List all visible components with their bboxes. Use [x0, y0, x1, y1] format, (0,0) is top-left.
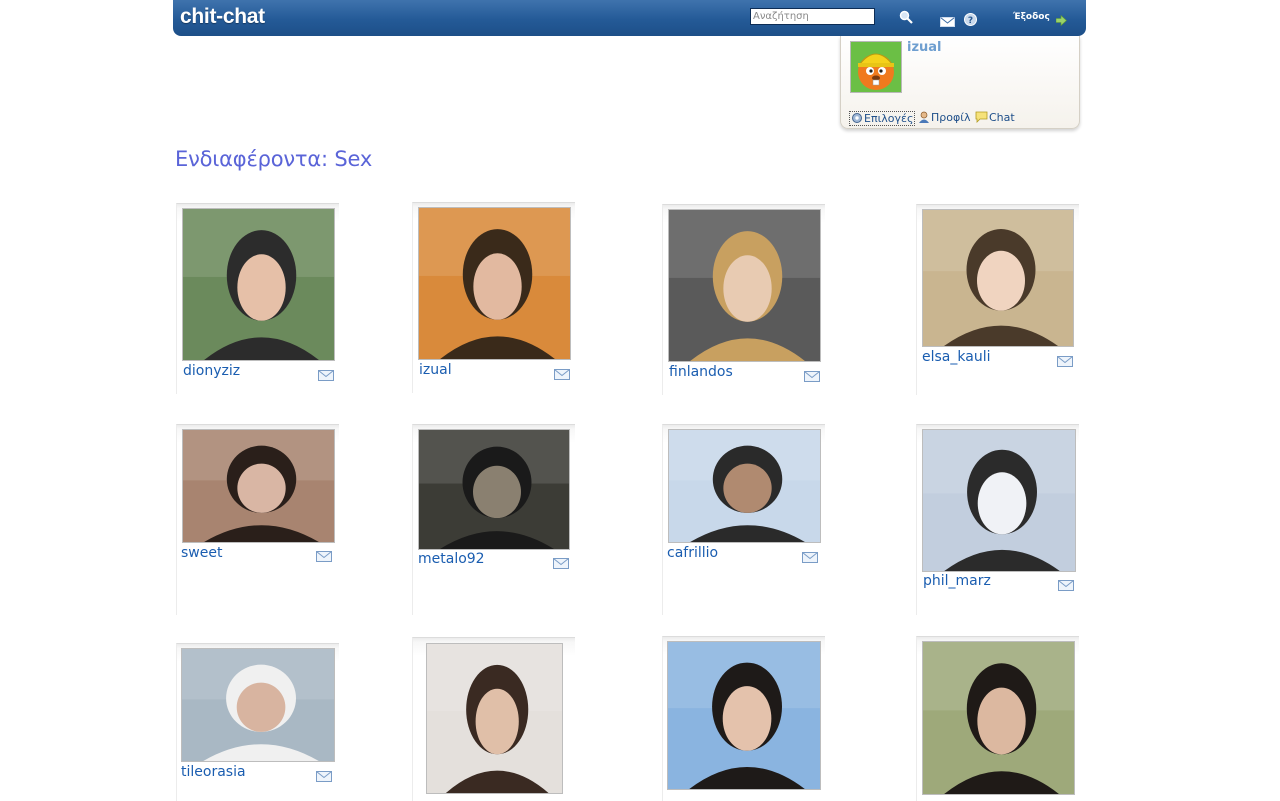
profile-username[interactable]: izual — [419, 362, 452, 378]
profile-photo[interactable] — [668, 429, 821, 543]
chat-bubble-icon — [975, 111, 988, 123]
profile-icon — [919, 111, 929, 123]
page-title: Ενδιαφέροντα: Sex — [175, 147, 373, 171]
search-input[interactable] — [750, 8, 875, 25]
profile-photo[interactable] — [426, 643, 563, 794]
mail-icon[interactable] — [940, 12, 955, 31]
send-message-icon[interactable] — [804, 367, 820, 386]
options-label: Επιλογές — [864, 112, 914, 125]
profile-username[interactable]: phil_marz — [923, 573, 991, 589]
profile-photo[interactable] — [922, 209, 1074, 347]
send-message-icon[interactable] — [1058, 576, 1074, 595]
profile-username[interactable]: tileorasia — [181, 764, 246, 780]
profile-username[interactable]: dionyziz — [183, 363, 240, 379]
user-avatar[interactable] — [850, 41, 902, 93]
options-icon — [852, 113, 862, 123]
send-message-icon[interactable] — [318, 366, 334, 385]
send-message-icon[interactable] — [554, 365, 570, 384]
chat-link[interactable]: Chat — [975, 111, 1015, 124]
profile-photo[interactable] — [182, 208, 335, 361]
help-icon[interactable]: ? — [964, 11, 977, 30]
site-logo[interactable]: chit-chat — [180, 5, 265, 29]
profile-label: Προφίλ — [931, 111, 971, 124]
profile-link[interactable]: Προφίλ — [918, 111, 970, 124]
profile-username[interactable]: metalo92 — [418, 551, 485, 567]
send-message-icon[interactable] — [1057, 352, 1073, 371]
profile-photo[interactable] — [922, 429, 1076, 572]
logout-arrow-icon[interactable] — [1055, 11, 1067, 30]
profile-photo[interactable] — [182, 429, 335, 543]
profile-photo[interactable] — [922, 641, 1075, 795]
svg-text:?: ? — [968, 16, 973, 26]
profile-photo[interactable] — [418, 207, 571, 360]
current-username[interactable]: izual — [907, 40, 942, 55]
logout-link[interactable]: Έξοδος — [1013, 12, 1050, 22]
send-message-icon[interactable] — [802, 548, 818, 567]
profile-username[interactable]: finlandos — [669, 364, 733, 380]
top-bar: chit-chat ? Έξοδος — [173, 0, 1086, 36]
user-panel: izual Επιλογές Προφίλ Chat — [840, 36, 1080, 129]
chat-label: Chat — [989, 111, 1015, 124]
profile-photo[interactable] — [668, 209, 821, 362]
profile-username[interactable]: sweet — [181, 545, 222, 561]
send-message-icon[interactable] — [316, 547, 332, 566]
profile-photo[interactable] — [181, 648, 335, 762]
options-link[interactable]: Επιλογές — [849, 111, 916, 126]
send-message-icon[interactable] — [553, 554, 569, 573]
profile-username[interactable]: cafrillio — [667, 545, 718, 561]
profile-username[interactable]: elsa_kauli — [922, 349, 990, 365]
profile-photo[interactable] — [667, 641, 821, 790]
send-message-icon[interactable] — [316, 767, 332, 786]
search-icon[interactable] — [899, 9, 913, 28]
profile-photo[interactable] — [418, 429, 570, 550]
